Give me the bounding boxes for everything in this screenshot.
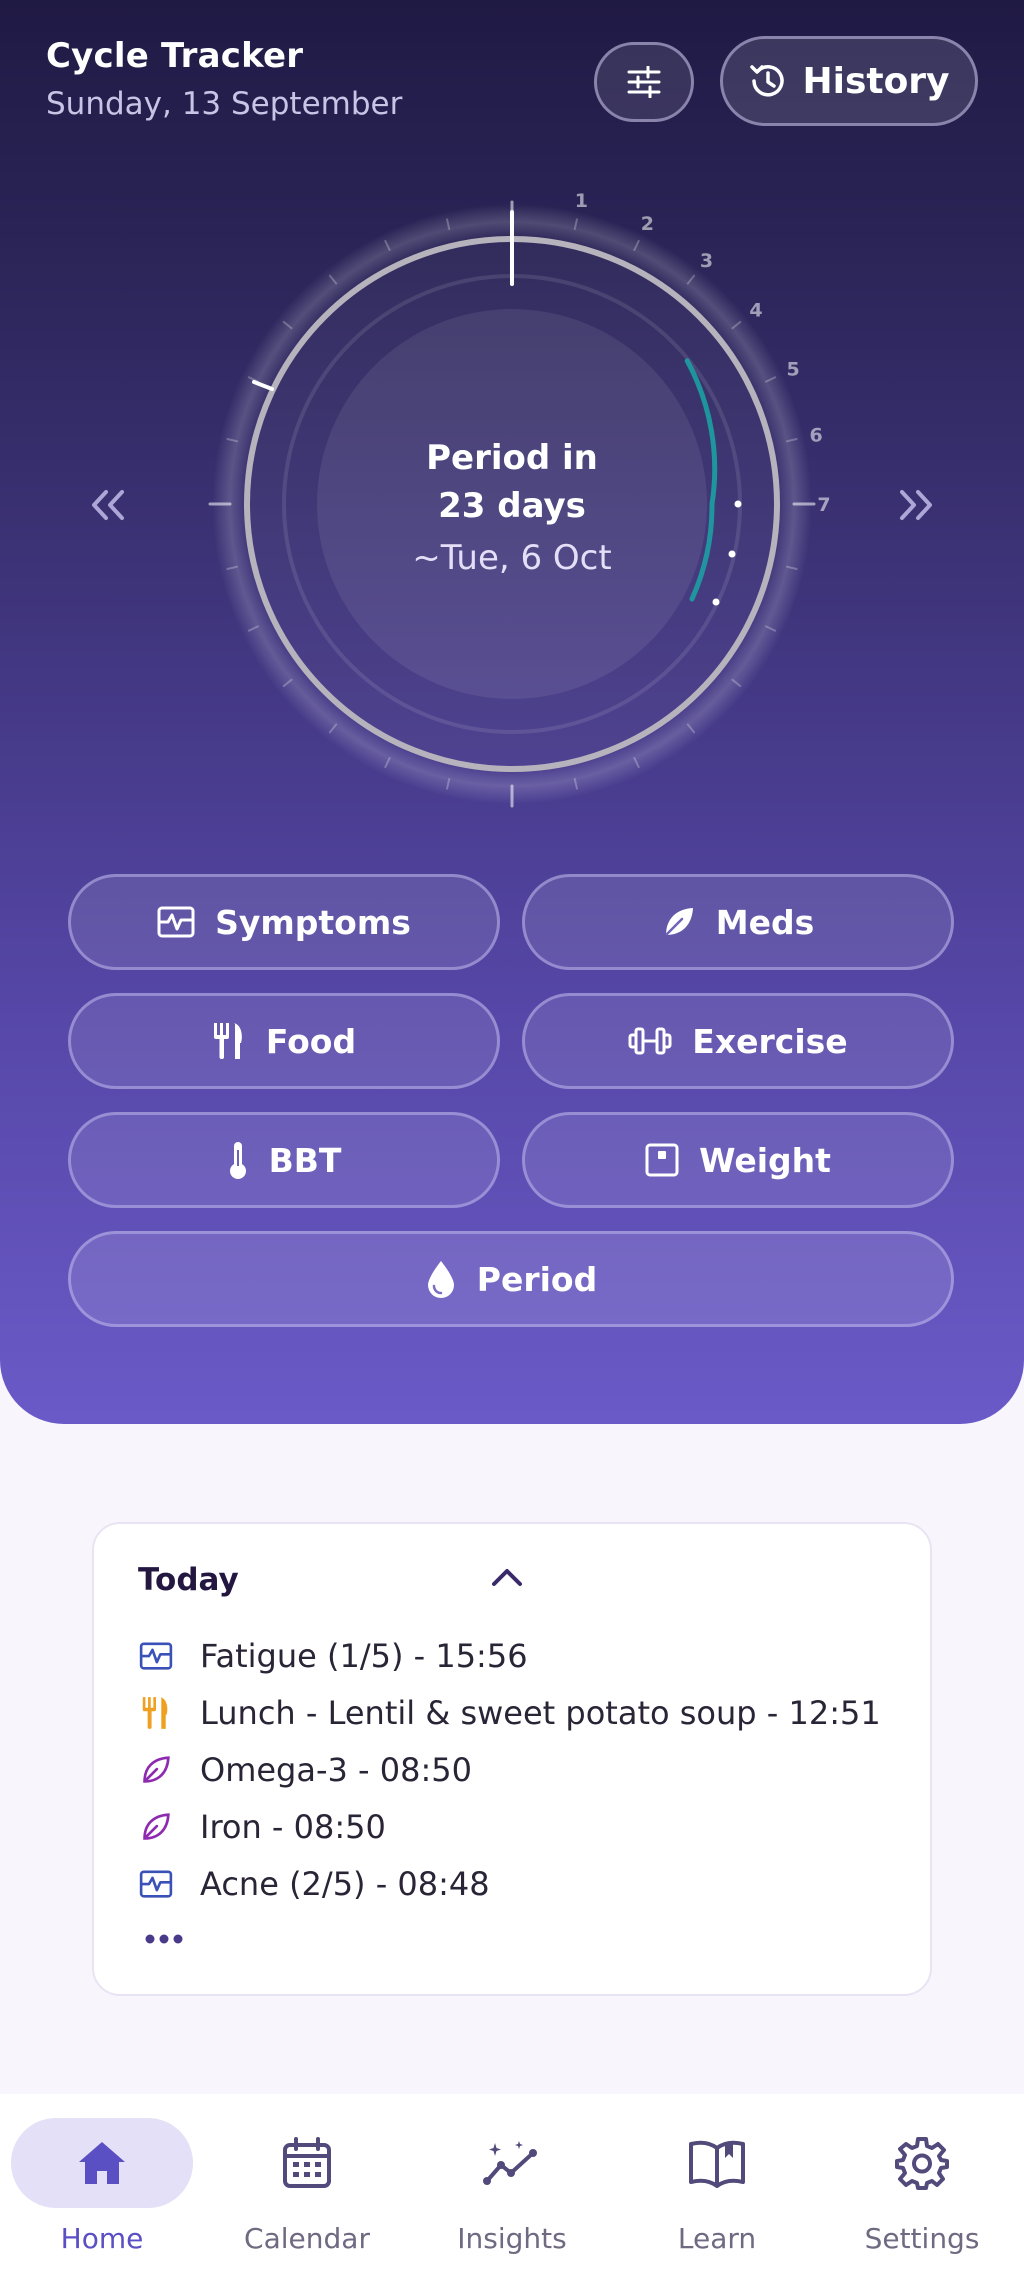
meds-label: Meds — [715, 902, 815, 942]
dial-center-text: Period in 23 days ~Tue, 6 Oct — [322, 434, 702, 584]
nav-learn-label: Learn — [677, 2222, 757, 2255]
log-exercise-button[interactable]: Exercise — [522, 993, 954, 1089]
today-entry[interactable]: Iron - 08:50 — [138, 1805, 386, 1849]
drop-icon — [427, 1261, 454, 1298]
nav-home[interactable]: Home — [11, 2118, 193, 2258]
book-icon — [689, 2140, 745, 2188]
today-entry[interactable]: Lunch - Lentil & sweet potato soup - 12:… — [138, 1691, 881, 1735]
dial-day-label: 6 — [810, 425, 823, 447]
nav-calendar-label: Calendar — [244, 2222, 370, 2255]
today-entry[interactable]: Omega-3 - 08:50 — [138, 1748, 472, 1792]
nav-calendar[interactable]: Calendar — [217, 2118, 397, 2258]
dial-day-label: 2 — [641, 213, 654, 235]
cutlery-icon — [213, 1023, 242, 1059]
log-weight-button[interactable]: Weight — [522, 1112, 954, 1208]
nav-insights-label: Insights — [457, 2222, 567, 2255]
history-icon — [750, 65, 785, 97]
home-icon — [79, 2142, 125, 2184]
weight-label: Weight — [699, 1140, 831, 1180]
history-label: History — [802, 60, 950, 102]
today-entry[interactable]: Fatigue (1/5) - 15:56 — [138, 1634, 528, 1678]
next-cycle-button[interactable] — [886, 470, 946, 540]
hero-panel: Cycle Tracker Sunday, 13 September Histo… — [0, 0, 1024, 1424]
dial-day-label: 5 — [786, 359, 799, 381]
period-label: Period — [476, 1259, 598, 1299]
today-entry-text: Omega-3 - 08:50 — [200, 1751, 472, 1789]
log-meds-button[interactable]: Meds — [522, 874, 954, 970]
dial-day-label: 3 — [700, 250, 713, 272]
food-icon — [138, 1695, 174, 1731]
meds-icon — [138, 1752, 174, 1788]
double-chevron-left-icon — [92, 490, 124, 520]
symptoms-label: Symptoms — [215, 902, 411, 942]
sliders-icon — [627, 66, 661, 98]
previous-cycle-button[interactable] — [78, 470, 138, 540]
today-entry-text: Acne (2/5) - 08:48 — [200, 1865, 490, 1903]
dial-day-label: 4 — [749, 299, 762, 321]
symptoms-icon — [138, 1638, 174, 1674]
exercise-label: Exercise — [692, 1021, 848, 1061]
more-entries-icon[interactable] — [144, 1930, 184, 1949]
bottom-navigation: Home Calendar Insights Learn Settings — [0, 2094, 1024, 2276]
history-button[interactable]: History — [720, 36, 978, 126]
log-bbt-button[interactable]: BBT — [68, 1112, 500, 1208]
predicted-period-date: ~Tue, 6 Oct — [412, 538, 612, 578]
nav-home-label: Home — [60, 2222, 144, 2255]
symptoms-icon — [157, 906, 195, 938]
current-date: Sunday, 13 September — [46, 86, 403, 122]
meds-icon — [138, 1809, 174, 1845]
nav-settings-label: Settings — [864, 2222, 980, 2255]
today-entry-text: Iron - 08:50 — [200, 1808, 386, 1846]
log-symptoms-button[interactable]: Symptoms — [68, 874, 500, 970]
cycle-dial[interactable]: 1 2 3 4 5 6 7 Period in 23 days ~Tue, 6 Oct — [192, 184, 832, 824]
today-card: Today Fatigue (1/5) - 15:56 Lunch - Lent… — [92, 1522, 932, 1996]
gear-icon — [895, 2137, 949, 2190]
symptoms-icon — [138, 1866, 174, 1902]
leaf-icon — [665, 908, 693, 936]
chevron-up-icon[interactable] — [490, 1566, 524, 1592]
dial-day-label: 7 — [817, 494, 830, 516]
app-title: Cycle Tracker — [46, 36, 304, 76]
bbt-label: BBT — [268, 1140, 342, 1180]
filter-button[interactable] — [594, 42, 694, 122]
calendar-icon — [283, 2137, 331, 2188]
scale-icon — [645, 1143, 679, 1177]
food-label: Food — [265, 1021, 357, 1061]
nav-learn[interactable]: Learn — [627, 2118, 807, 2258]
today-entry-text: Lunch - Lentil & sweet potato soup - 12:… — [200, 1694, 881, 1732]
today-title: Today — [138, 1562, 239, 1598]
period-countdown-label: Period in — [426, 438, 598, 478]
double-chevron-right-icon — [900, 490, 932, 520]
thermometer-icon — [229, 1142, 246, 1179]
log-food-button[interactable]: Food — [68, 993, 500, 1089]
today-entry-text: Fatigue (1/5) - 15:56 — [200, 1637, 528, 1675]
dial-day-label: 1 — [575, 190, 588, 212]
period-countdown-days: 23 days — [438, 486, 586, 526]
insights-icon — [483, 2141, 537, 2185]
nav-settings[interactable]: Settings — [832, 2118, 1012, 2258]
nav-insights[interactable]: Insights — [422, 2118, 602, 2258]
today-entry[interactable]: Acne (2/5) - 08:48 — [138, 1862, 490, 1906]
log-period-button[interactable]: Period — [68, 1231, 954, 1327]
dumbbell-icon — [628, 1027, 672, 1055]
